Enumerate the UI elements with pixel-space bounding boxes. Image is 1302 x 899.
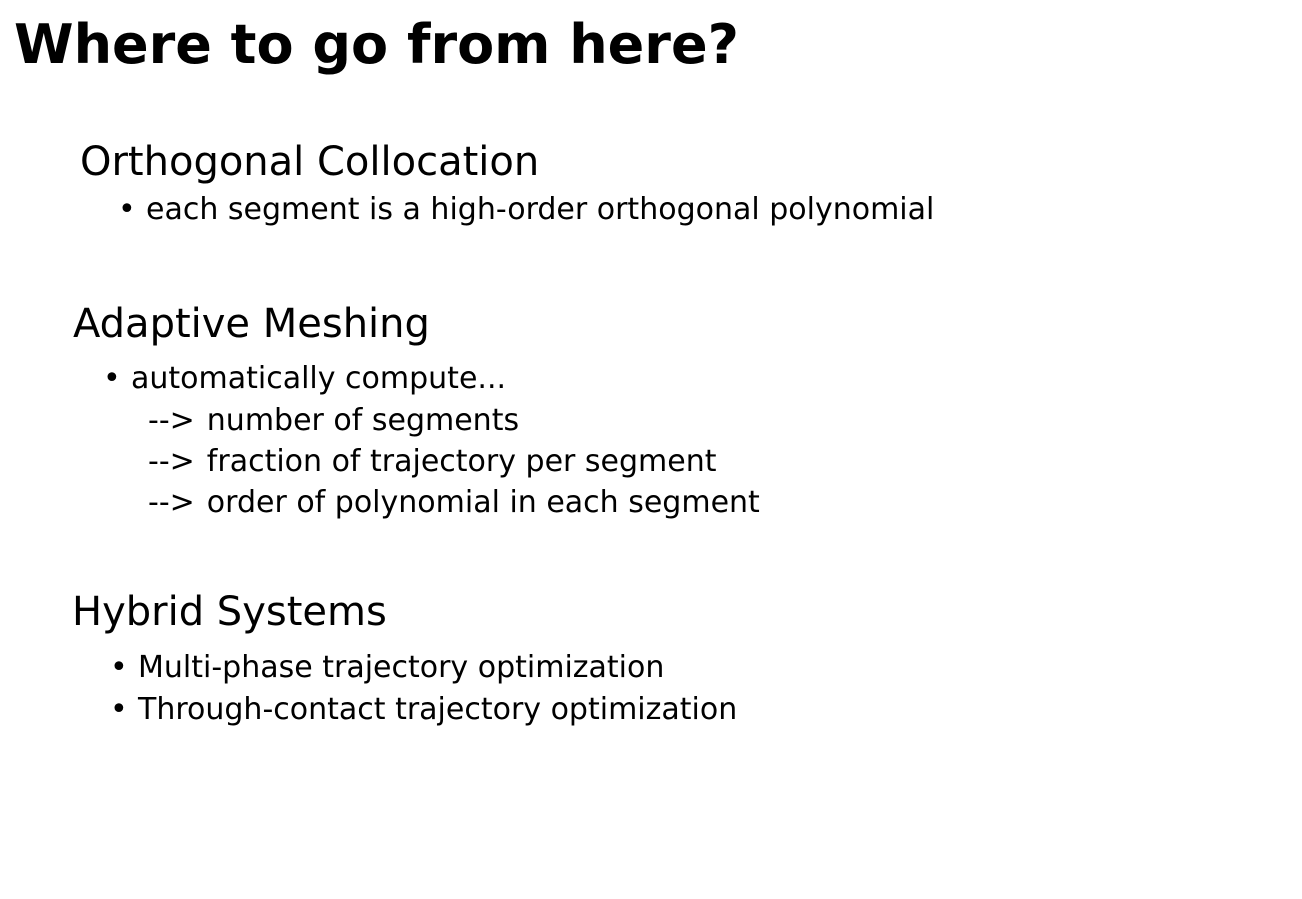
sub-item-text: number of segments bbox=[206, 403, 520, 438]
sub-item: --> number of segments bbox=[148, 400, 760, 441]
bullet-icon: • bbox=[110, 650, 128, 685]
bullet-list: • each segment is a high-order orthogona… bbox=[80, 189, 934, 231]
bullet-list: • Multi-phase trajectory optimization • … bbox=[72, 647, 737, 731]
sub-item: --> order of polynomial in each segment bbox=[148, 482, 760, 523]
sub-item-text: fraction of trajectory per segment bbox=[206, 444, 717, 479]
arrow-icon: --> bbox=[148, 403, 195, 438]
list-item: • Through-contact trajectory optimizatio… bbox=[72, 689, 737, 731]
bullet-icon: • bbox=[118, 192, 136, 227]
arrow-icon: --> bbox=[148, 485, 195, 520]
section-heading: Adaptive Meshing bbox=[73, 301, 430, 347]
arrow-icon: --> bbox=[148, 444, 195, 479]
bullet-text: Through-contact trajectory optimization bbox=[138, 692, 738, 727]
section-hybrid-systems: Hybrid Systems • Multi-phase trajectory … bbox=[72, 588, 737, 731]
section-heading: Orthogonal Collocation bbox=[80, 139, 540, 185]
bullet-list: • automatically compute... bbox=[73, 358, 760, 400]
section-heading: Hybrid Systems bbox=[72, 589, 387, 635]
section-adaptive-meshing: Adaptive Meshing • automatically compute… bbox=[73, 300, 760, 523]
bullet-text: automatically compute... bbox=[131, 361, 507, 396]
bullet-icon: • bbox=[103, 361, 121, 396]
bullet-icon: • bbox=[110, 692, 128, 727]
bullet-text: each segment is a high-order orthogonal … bbox=[146, 192, 935, 227]
sub-item-text: order of polynomial in each segment bbox=[206, 485, 760, 520]
list-item: • Multi-phase trajectory optimization bbox=[72, 647, 737, 689]
sub-item: --> fraction of trajectory per segment bbox=[148, 441, 760, 482]
section-orthogonal-collocation: Orthogonal Collocation • each segment is… bbox=[80, 138, 934, 231]
list-item: • automatically compute... bbox=[73, 358, 760, 400]
list-item: • each segment is a high-order orthogona… bbox=[80, 189, 934, 231]
sub-list: --> number of segments --> fraction of tra… bbox=[73, 400, 760, 523]
bullet-text: Multi-phase trajectory optimization bbox=[138, 650, 665, 685]
slide-title: Where to go from here? bbox=[14, 13, 739, 76]
